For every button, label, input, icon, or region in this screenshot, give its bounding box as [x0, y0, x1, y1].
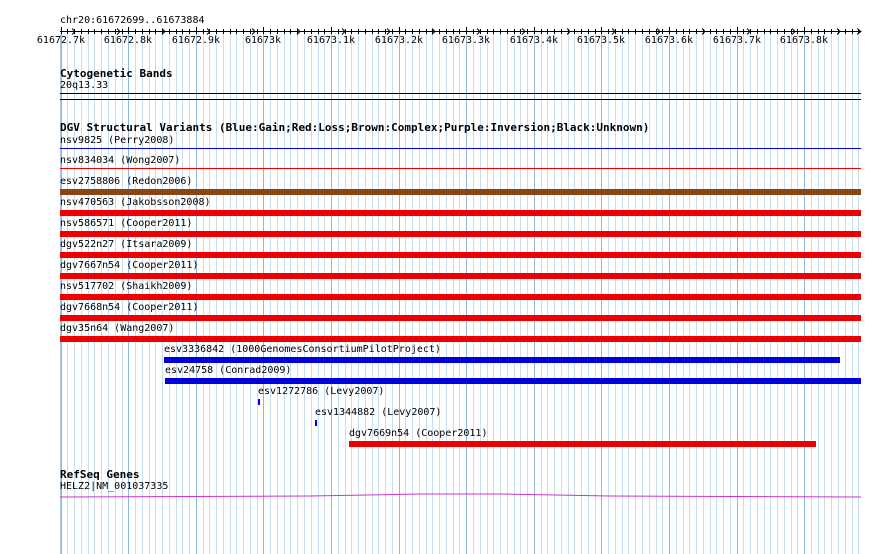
- variant-label[interactable]: dgv7668n54 (Cooper2011): [60, 302, 198, 314]
- variant-feature-bar[interactable]: [60, 252, 861, 258]
- variant-feature-bar[interactable]: [258, 399, 260, 405]
- refseq-track-title[interactable]: RefSeq Genes: [60, 468, 139, 481]
- variant-feature-bar[interactable]: [349, 441, 816, 447]
- ruler-tick-label: 61673.5k: [576, 35, 626, 46]
- dgv-track-title[interactable]: DGV Structural Variants (Blue:Gain;Red:L…: [60, 121, 649, 134]
- ruler-tick-label: 61673.3k: [441, 35, 491, 46]
- variant-feature-bar[interactable]: [60, 148, 861, 149]
- variant-label[interactable]: nsv834034 (Wong2007): [60, 155, 180, 167]
- variant-feature-bar[interactable]: [164, 357, 840, 363]
- variant-label[interactable]: nsv586571 (Cooper2011): [60, 218, 192, 230]
- ruler-tick-label: 61673.8k: [779, 35, 829, 46]
- ruler-tick-label: 61673.6k: [644, 35, 694, 46]
- variant-feature-bar[interactable]: [60, 273, 861, 279]
- ruler-tick-label: 61672.7k: [36, 35, 86, 46]
- refseq-gene-line[interactable]: [59, 493, 862, 498]
- variant-feature-bar[interactable]: [60, 231, 861, 237]
- variant-label[interactable]: dgv522n27 (Itsara2009): [60, 239, 192, 251]
- variant-label[interactable]: esv24758 (Conrad2009): [165, 365, 291, 377]
- variant-feature-bar[interactable]: [60, 168, 861, 169]
- variant-label[interactable]: esv1344882 (Levy2007): [315, 407, 441, 419]
- ruler-tick-label: 61673k: [244, 35, 282, 46]
- region-label: chr20:61672699..61673884: [60, 15, 205, 26]
- variant-feature-bar[interactable]: [60, 336, 861, 342]
- variant-feature-bar[interactable]: [60, 294, 861, 300]
- cytoband-bar-bottom: [60, 99, 861, 100]
- variant-label[interactable]: esv1272786 (Levy2007): [258, 386, 384, 398]
- cytoband-track-title[interactable]: Cytogenetic Bands: [60, 67, 173, 80]
- variant-label[interactable]: dgv35n64 (Wang2007): [60, 323, 174, 335]
- variant-label[interactable]: nsv470563 (Jakobsson2008): [60, 197, 211, 209]
- variant-label[interactable]: esv3336842 (1000GenomesConsortiumPilotPr…: [164, 344, 441, 356]
- variant-label[interactable]: nsv517702 (Shaikh2009): [60, 281, 192, 293]
- variant-feature-bar[interactable]: [60, 189, 861, 195]
- refseq-gene-feature[interactable]: [0, 488, 890, 504]
- ruler-tick-label: 61673.7k: [712, 35, 762, 46]
- ruler-tick-label: 61673.1k: [306, 35, 356, 46]
- variant-feature-bar[interactable]: [60, 210, 861, 216]
- variant-label[interactable]: esv2758806 (Redon2006): [60, 176, 192, 188]
- ruler-tick-label: 61673.4k: [509, 35, 559, 46]
- ruler-tick-label: 61672.8k: [103, 35, 153, 46]
- cytoband-bar-top: [60, 93, 861, 94]
- variant-feature-bar[interactable]: [315, 420, 317, 426]
- variant-label[interactable]: nsv9825 (Perry2008): [60, 135, 174, 147]
- variant-label[interactable]: dgv7667n54 (Cooper2011): [60, 260, 198, 272]
- variant-label[interactable]: dgv7669n54 (Cooper2011): [349, 428, 487, 440]
- variant-feature-bar[interactable]: [165, 378, 861, 384]
- variant-feature-bar[interactable]: [60, 315, 861, 321]
- ruler-tick-label: 61672.9k: [171, 35, 221, 46]
- cytoband-label[interactable]: 20q13.33: [60, 80, 108, 92]
- ruler-tick-label: 61673.2k: [374, 35, 424, 46]
